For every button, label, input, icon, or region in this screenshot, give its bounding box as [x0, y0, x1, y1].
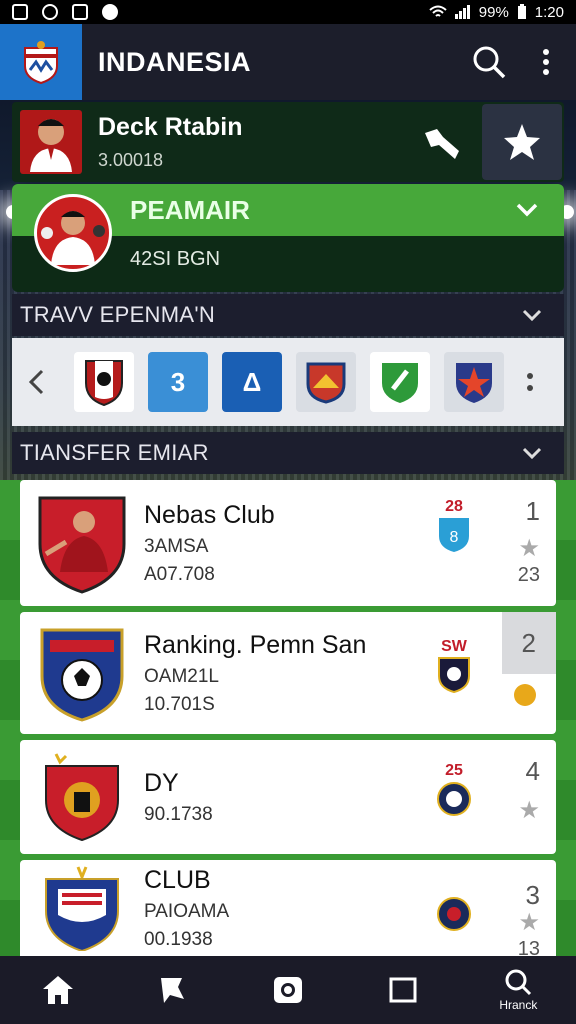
chevron-down-icon[interactable] — [516, 203, 538, 217]
club-name: DY — [144, 768, 179, 797]
player-row[interactable]: Deck Rtabin 3.00018 — [12, 102, 564, 182]
premium-card[interactable]: PEAMAIR 42SI BGN — [12, 184, 564, 292]
club-detail: OAM21L — [144, 665, 219, 687]
club-item[interactable] — [296, 352, 356, 412]
player-photo — [30, 119, 72, 172]
club-detail: 90.1738 — [144, 803, 213, 825]
mini-crest-icon — [437, 897, 471, 931]
club-crest-icon — [306, 362, 346, 404]
club-name: Nebas Club — [144, 500, 275, 529]
search-icon[interactable] — [472, 45, 506, 79]
clock: 1:20 — [534, 3, 564, 21]
club-crest-icon — [40, 628, 124, 722]
club-detail: 3AMSA — [144, 535, 209, 557]
club-crest-icon — [45, 866, 119, 951]
club-carousel: 3 Δ — [12, 338, 564, 426]
rank-sub: 23 — [517, 564, 540, 586]
page-title: INDANESIA — [98, 46, 252, 77]
more-options-icon[interactable] — [542, 48, 550, 76]
club-detail: PAIOAMA — [144, 900, 230, 922]
app-bar: INDANESIA — [0, 24, 576, 100]
club-crest-icon — [382, 363, 418, 403]
wifi-icon — [429, 5, 447, 17]
badge-label: SW — [441, 638, 467, 655]
document-icon — [72, 4, 88, 20]
coin-icon — [514, 684, 536, 706]
square-icon — [389, 977, 417, 1003]
goalkeeper-avatar — [34, 194, 112, 272]
badge-label: 25 — [445, 762, 463, 779]
status-bar: 99% 1:20 — [0, 0, 576, 24]
player-name: Deck Rtabin — [98, 113, 243, 141]
bottom-navigation: Hranck — [0, 956, 576, 1024]
flag-icon — [160, 978, 184, 1003]
nav-label: Hranck — [499, 998, 538, 1012]
star-icon[interactable]: ★ — [518, 908, 540, 937]
club-crest-icon — [85, 360, 123, 407]
notification-icon — [12, 4, 28, 20]
list-item[interactable]: CLUB PAIOAMA 00.1938 3 ★ 13 — [20, 860, 556, 960]
club-item[interactable] — [74, 352, 134, 412]
player-sub: 3.00018 — [98, 150, 164, 170]
star-icon[interactable]: ★ — [518, 534, 540, 563]
settings-icon — [102, 4, 118, 20]
more-icon[interactable] — [526, 372, 534, 392]
star-player-icon — [504, 124, 540, 160]
badge-label: 28 — [445, 498, 463, 515]
svg-text:8: 8 — [450, 529, 459, 546]
nav-flag[interactable] — [128, 956, 218, 1024]
nav-home[interactable] — [13, 956, 103, 1024]
signal-icon — [454, 5, 470, 19]
player-crest-icon — [38, 496, 126, 594]
goalkeeper-photo — [41, 211, 105, 265]
camera-icon — [273, 977, 302, 1003]
battery-percent: 99% — [478, 3, 509, 21]
mini-crest-icon: 8 — [439, 518, 469, 552]
chevron-left-icon[interactable] — [26, 368, 46, 396]
list-item[interactable]: DY 90.1738 25 4 ★ — [20, 740, 556, 854]
club-item[interactable] — [444, 352, 504, 412]
player-avatar — [20, 110, 82, 174]
nav-camera[interactable] — [243, 956, 333, 1024]
club-item[interactable]: 3 — [148, 352, 208, 412]
search-icon — [505, 969, 532, 996]
chevron-down-icon[interactable] — [522, 447, 542, 459]
chevron-down-icon[interactable] — [522, 309, 542, 321]
club-crest-icon — [456, 363, 492, 403]
premium-title: PEAMAIR — [130, 194, 250, 225]
club-detail: A07.708 — [144, 563, 215, 585]
sync-icon — [42, 4, 58, 20]
rank-number: 2 — [521, 628, 536, 658]
section-label: TIANSFER EMIAR — [20, 440, 209, 465]
rank-number: 4 — [525, 756, 540, 786]
mini-crest-icon — [437, 782, 471, 816]
nav-search[interactable]: Hranck — [473, 956, 563, 1024]
kick-icon — [425, 129, 459, 159]
star-icon[interactable]: ★ — [518, 796, 540, 825]
club-detail: 00.1938 — [144, 928, 213, 950]
club-item-label: 3 — [170, 366, 186, 397]
app-logo[interactable] — [0, 24, 82, 100]
kick-button[interactable] — [402, 102, 482, 182]
club-item[interactable]: Δ — [222, 352, 282, 412]
club-name: Ranking. Pemn San — [144, 630, 367, 659]
club-detail: 10.701S — [144, 693, 215, 715]
rank-number: 1 — [525, 496, 540, 526]
nav-square[interactable] — [358, 956, 448, 1024]
club-item[interactable] — [370, 352, 430, 412]
favorite-button[interactable] — [482, 104, 562, 180]
club-item-label: Δ — [242, 366, 262, 397]
club-crest-icon — [45, 753, 119, 842]
section-header-transfer[interactable]: TIANSFER EMIAR — [12, 432, 564, 474]
mini-crest-icon — [438, 657, 470, 694]
section-label: TRAVV EPENMA'N — [20, 302, 216, 327]
rank-number: 3 — [525, 880, 540, 910]
list-item[interactable]: Nebas Club 3AMSA A07.708 28 8 1 ★ 23 — [20, 480, 556, 606]
battery-icon — [517, 4, 526, 19]
club-name: CLUB — [144, 865, 211, 894]
list-item[interactable]: Ranking. Pemn San OAM21L 10.701S SW 2 — [20, 612, 556, 734]
home-icon — [42, 976, 73, 1004]
section-header-transfer-players[interactable]: TRAVV EPENMA'N — [12, 294, 564, 336]
crest-icon — [24, 41, 58, 84]
